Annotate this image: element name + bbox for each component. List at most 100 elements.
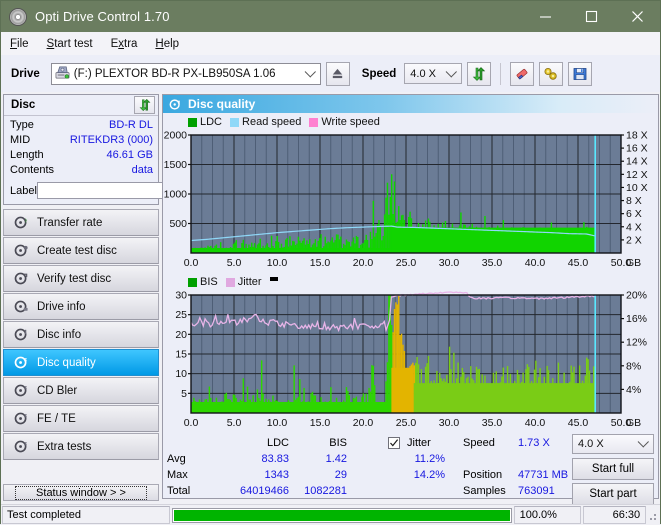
svg-text:2000: 2000 — [164, 130, 188, 142]
svg-text:20: 20 — [175, 329, 187, 341]
disc-info-icon — [10, 327, 32, 342]
chart1-svg[interactable]: 5001000150020002 X4 X6 X8 X10 X12 X14 X1… — [163, 129, 658, 274]
chevron-down-icon[interactable] — [302, 64, 320, 84]
close-icon[interactable] — [614, 1, 660, 32]
speed-select[interactable]: 4.0 X — [404, 63, 463, 84]
sidebar-item-fe-te[interactable]: FE / TE — [3, 405, 159, 432]
stats-avg-jitter: 11.2% — [414, 453, 445, 465]
svg-text:0.0: 0.0 — [184, 257, 199, 269]
chevron-down-icon[interactable] — [635, 434, 653, 454]
drive-select[interactable]: (F:) PLEXTOR BD-R PX-LB950SA 1.06 — [50, 62, 321, 85]
svg-text:10: 10 — [175, 368, 187, 380]
sidebar-item-label: Verify test disc — [37, 272, 112, 285]
svg-text:18 X: 18 X — [626, 130, 648, 142]
resize-grip-icon[interactable] — [646, 510, 657, 521]
svg-text:8 X: 8 X — [626, 195, 642, 207]
refresh-button[interactable] — [467, 61, 492, 86]
legend-label-write-speed: Write speed — [321, 116, 380, 128]
drive-value: (F:) PLEXTOR BD-R PX-LB950SA 1.06 — [73, 67, 276, 80]
menu-start-test[interactable]: Start test — [38, 35, 102, 53]
svg-text:10.0: 10.0 — [267, 417, 288, 429]
legend-swatch-ldc — [188, 117, 197, 127]
eject-button[interactable] — [325, 61, 350, 86]
disc-icon — [9, 7, 27, 26]
svg-text:0.0: 0.0 — [184, 417, 199, 429]
legend-swatch-write-speed — [309, 117, 319, 127]
stats-panel: LDC BIS Jitter Avg 83.83 1.42 11.2% Max … — [163, 434, 658, 506]
legend-label-jitter: Jitter — [237, 276, 262, 288]
start-full-label: Start full — [591, 463, 635, 475]
stats-col-ldc: LDC — [266, 437, 289, 449]
disc-refresh-button[interactable] — [134, 96, 155, 114]
svg-text:25: 25 — [175, 309, 187, 321]
toolbar-separator — [500, 62, 502, 85]
start-full-button[interactable]: Start full — [572, 458, 654, 480]
disc-row-length: Length 46.61 GB — [10, 148, 153, 163]
disc-row-mid-value: RITEKDR3 (000) — [69, 134, 153, 146]
menu-file-label: ile — [17, 37, 29, 50]
sidebar-item-verify-test-disc[interactable]: Verify test disc — [3, 265, 159, 292]
svg-text:40.0: 40.0 — [525, 417, 546, 429]
svg-text:10 X: 10 X — [626, 182, 648, 194]
menu-file[interactable]: File — [1, 35, 38, 53]
drive-label: Drive — [11, 67, 40, 80]
sidebar-item-disc-quality[interactable]: Disc quality — [3, 349, 159, 376]
cd-bler-icon — [10, 383, 32, 398]
maximize-icon[interactable] — [568, 1, 614, 32]
speed-stat-label: Speed — [463, 437, 495, 449]
svg-text:500: 500 — [169, 218, 187, 230]
chart2-svg[interactable]: 5 10 15 20 25 30 4% 8% 12% 16% 20% 0.0 5.0 10.0 15.0 20… — [163, 289, 658, 434]
legend-label-ldc: LDC — [200, 116, 223, 128]
stats-max-bis: 29 — [334, 469, 347, 481]
stats-avg-ldc: 83.83 — [261, 453, 289, 465]
drive-icon — [55, 65, 70, 83]
erase-button[interactable] — [510, 61, 535, 86]
disc-quality-icon — [169, 98, 182, 111]
stats-row-avg-label: Avg — [167, 453, 186, 465]
disc-row-contents-key: Contents — [10, 164, 55, 176]
chart-ldc-readspeed: 500 1000 1500 2000 2 X4 X6 X8 X 10 X 12 X 14 X1… — [163, 129, 658, 274]
drive-toolbar: Drive (F:) PLEXTOR BD-R PX-LB950SA 1.06 … — [1, 55, 660, 92]
svg-text:1500: 1500 — [164, 159, 188, 171]
start-part-button[interactable]: Start part — [572, 483, 654, 505]
svg-text:12%: 12% — [626, 337, 647, 349]
extra-tests-icon — [10, 439, 32, 454]
disc-box-title: Disc — [11, 99, 36, 111]
menu-help-label: elp — [163, 37, 180, 50]
disc-row-type-key: Type — [10, 119, 34, 131]
status-window-button[interactable]: Status window > > — [3, 484, 159, 501]
menu-extra[interactable]: Extra — [102, 35, 147, 53]
panel-header: Disc quality — [163, 95, 658, 113]
sidebar-item-label: Extra tests — [37, 440, 92, 453]
jitter-checkbox[interactable] — [388, 437, 400, 449]
svg-text:6 X: 6 X — [626, 208, 642, 220]
sidebar-item-cd-bler[interactable]: CD Bler — [3, 377, 159, 404]
sidebar-item-drive-info[interactable]: Drive info — [3, 293, 159, 320]
menu-bar: File Start test Extra Help — [1, 32, 660, 56]
svg-text:16%: 16% — [626, 313, 647, 325]
nav-list: Transfer rate Create test disc Verify te… — [3, 209, 159, 460]
disc-box-header: Disc — [4, 95, 158, 116]
tools-button[interactable] — [539, 61, 564, 86]
sidebar-item-disc-info[interactable]: Disc info — [3, 321, 159, 348]
sidebar-item-create-test-disc[interactable]: Create test disc — [3, 237, 159, 264]
svg-text:40.0: 40.0 — [525, 257, 546, 269]
menu-help[interactable]: Help — [146, 35, 188, 53]
sidebar-item-label: Drive info — [37, 300, 86, 313]
svg-text:5.0: 5.0 — [227, 417, 242, 429]
title-bar: Opti Drive Control 1.70 — [1, 1, 660, 32]
test-speed-select[interactable]: 4.0 X — [572, 434, 654, 454]
svg-text:35.0: 35.0 — [482, 257, 503, 269]
sidebar-item-label: Transfer rate — [37, 216, 103, 229]
sidebar-item-transfer-rate[interactable]: Transfer rate — [3, 209, 159, 236]
position-stat-label: Position — [463, 469, 503, 481]
elapsed-time: 66:30 — [582, 506, 647, 524]
fete-icon — [10, 411, 32, 426]
svg-text:35.0: 35.0 — [482, 417, 503, 429]
chevron-down-icon[interactable] — [443, 64, 461, 84]
disc-row-length-key: Length — [10, 149, 44, 161]
sidebar-item-extra-tests[interactable]: Extra tests — [3, 433, 159, 460]
minimize-icon[interactable] — [522, 1, 568, 32]
save-button[interactable] — [568, 61, 593, 86]
sidebar-item-label: Create test disc — [37, 244, 117, 257]
